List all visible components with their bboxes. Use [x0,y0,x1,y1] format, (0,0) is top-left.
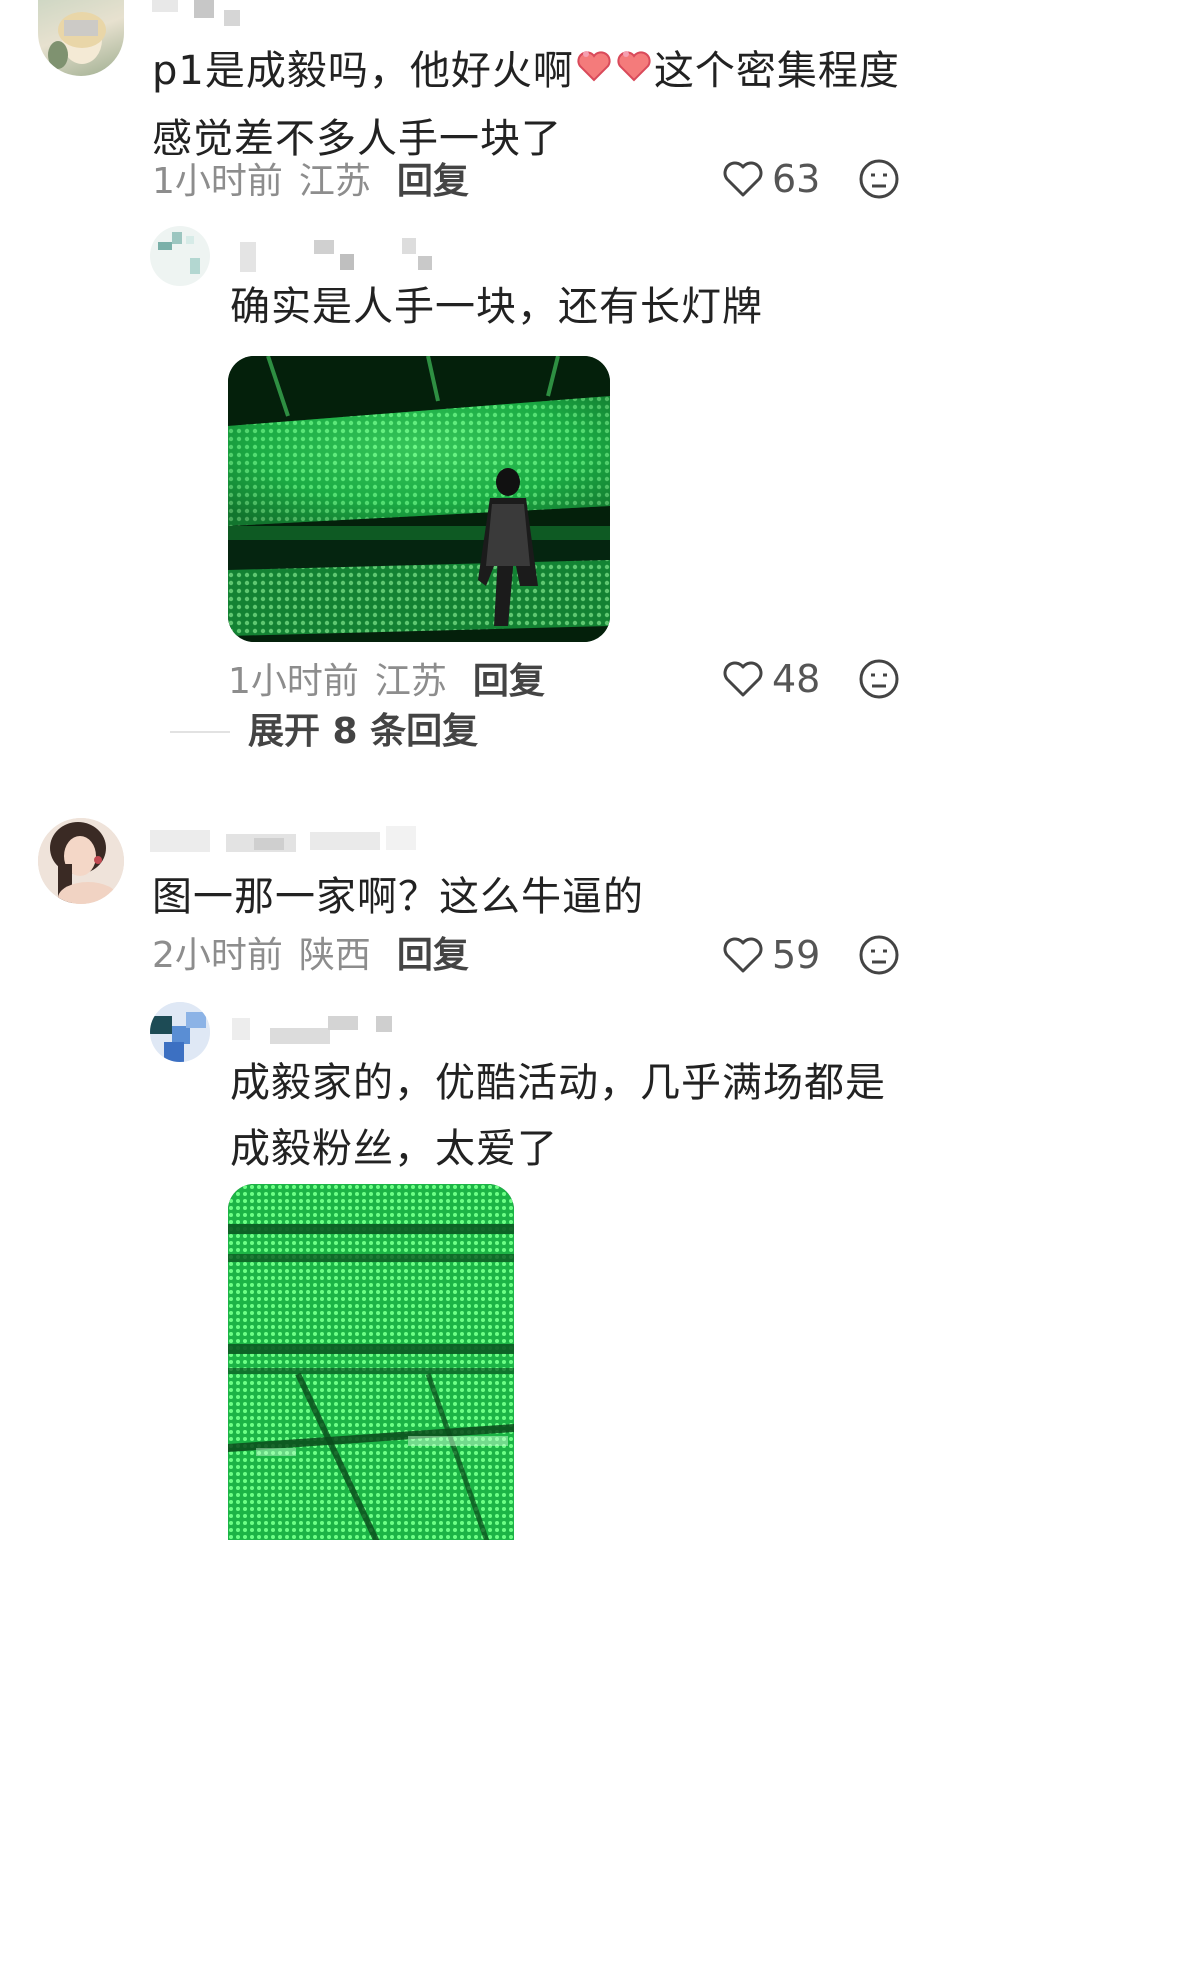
bottom-fade [0,1540,1179,1978]
like-button[interactable]: 59 [722,932,820,978]
reply-image[interactable] [228,356,610,642]
comment-text: 图一那一家啊？这么牛逼的 [152,874,644,920]
username-redacted[interactable] [232,1012,412,1044]
heart-outline-icon [723,161,763,197]
reply-text: 成毅家的，优酷活动，几乎满场都是成毅粉丝，太爱了 [230,1060,886,1172]
comment-meta: 1小时前 江苏 回复 [152,156,469,202]
username-redacted[interactable] [152,0,252,30]
comment-location: 江苏 [298,161,371,202]
reply-text: 确实是人手一块，还有长灯牌 [230,284,763,330]
comment-meta: 2小时前 陕西 回复 [152,930,469,976]
reply-meta: 1小时前 江苏 回复 [228,656,545,702]
avatar[interactable] [150,1002,210,1062]
like-count: 59 [772,933,821,977]
avatar[interactable] [38,818,124,904]
like-button[interactable]: 63 [722,156,820,202]
expand-divider [170,731,230,733]
comment-location: 陕西 [298,935,371,976]
heart-outline-icon [723,661,763,697]
expand-replies-button[interactable]: 展开 8 条回复 [248,710,478,754]
dislike-face-icon[interactable] [858,158,900,200]
reply-button[interactable]: 回复 [397,926,469,978]
like-count: 48 [772,657,821,701]
flower-avatar-icon [158,232,200,274]
like-count: 63 [772,157,821,201]
like-button[interactable]: 48 [722,656,820,702]
reply-button[interactable]: 回复 [473,652,545,704]
woman-portrait-avatar-icon [38,818,124,904]
heart-emoji-icon [574,40,614,106]
reply-button[interactable]: 回复 [397,152,469,204]
reply-image[interactable] [228,1184,514,1544]
blue-sky-avatar-icon [150,1002,210,1062]
comment-time: 1小时前 [152,161,283,202]
dislike-face-icon[interactable] [858,658,900,700]
heart-outline-icon [723,937,763,973]
dislike-face-icon[interactable] [858,934,900,976]
username-redacted[interactable] [232,238,452,272]
username-redacted[interactable] [150,826,430,854]
avatar[interactable] [38,0,124,76]
comment-time: 2小时前 [152,935,283,976]
reply-location: 江苏 [374,661,447,702]
blonde-girl-avatar-icon [48,12,106,69]
stadium-green-lights-image [228,356,610,642]
heart-emoji-icon [614,40,654,106]
stadium-green-crowd-image [228,1184,514,1544]
avatar[interactable] [150,226,210,286]
reply-time: 1小时前 [228,661,359,702]
